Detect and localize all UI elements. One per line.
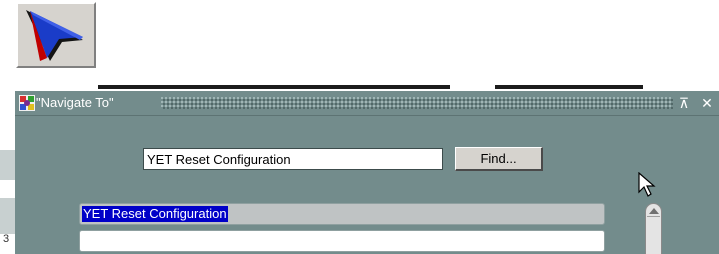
collapse-icon[interactable]: ⊼ — [676, 94, 692, 112]
background-border — [495, 85, 643, 89]
scroll-thumb[interactable] — [645, 203, 662, 254]
close-icon[interactable]: ✕ — [699, 94, 715, 112]
background-fragment — [0, 198, 15, 234]
window-app-icon — [19, 95, 35, 111]
background-text: 3 — [3, 233, 10, 245]
navigate-search-input[interactable] — [143, 148, 443, 170]
navigate-to-window: "Navigate To" ⊼ ✕ Find... YET Reset Conf… — [15, 91, 719, 254]
navigate-arrow-icon — [26, 10, 83, 61]
window-title: "Navigate To" — [36, 95, 114, 110]
navigate-toolbar-button[interactable] — [16, 2, 96, 68]
screen: 3 "Navigate To" ⊼ ✕ Find... YET Reset Co… — [0, 0, 719, 254]
result-list-scrollbar[interactable] — [644, 201, 664, 254]
result-list-item-empty[interactable] — [79, 230, 605, 252]
result-list-item[interactable]: YET Reset Configuration — [79, 203, 605, 225]
scroll-divider — [647, 216, 660, 217]
window-titlebar[interactable]: "Navigate To" ⊼ ✕ — [15, 91, 719, 116]
background-border — [98, 85, 450, 89]
scroll-up-icon[interactable] — [649, 208, 659, 214]
result-item-label: YET Reset Configuration — [82, 206, 228, 222]
background-fragment — [0, 150, 15, 180]
titlebar-grip — [161, 97, 673, 109]
find-button[interactable]: Find... — [455, 147, 543, 171]
mouse-pointer-icon — [638, 172, 656, 197]
